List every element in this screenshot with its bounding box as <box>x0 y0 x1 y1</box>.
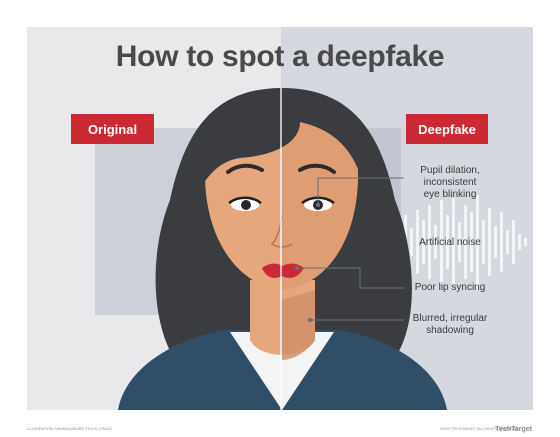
page-title: How to spot a deepfake <box>115 40 445 73</box>
infographic: How to spot a deepfake Original Deepfake… <box>0 0 560 437</box>
callout-pupil-line-1: Pupil dilation, <box>420 165 480 176</box>
callout-blur-line-2: shadowing <box>426 325 474 336</box>
callout-noise: Artificial noise <box>419 237 481 248</box>
callout-lip: Poor lip syncing <box>414 282 486 293</box>
deepfake-tag: Deepfake <box>406 114 488 144</box>
original-tag: Original <box>71 114 154 144</box>
callout-blur-line-1: Blurred, irregular <box>412 313 488 324</box>
footer-credit: ILLUSTRATION: IVANRAG/ADOBE STOCK; FRAGO <box>27 427 113 431</box>
techtarget-logo: TechTarget <box>495 426 532 433</box>
callout-blur: Blurred, irregular shadowing <box>405 313 495 337</box>
callout-pupil-line-3: eye blinking <box>423 189 477 200</box>
callout-pupil: Pupil dilation, inconsistent eye blinkin… <box>405 165 495 201</box>
callout-pupil-line-2: inconsistent <box>423 177 477 188</box>
